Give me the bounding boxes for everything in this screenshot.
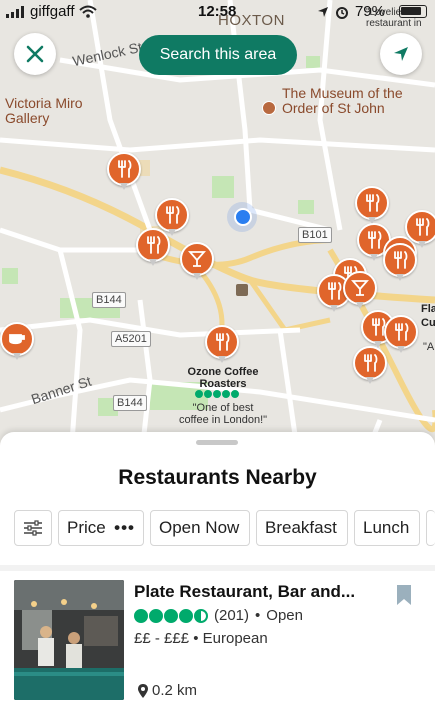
utensils-icon (107, 152, 141, 186)
map-pin-cocktail[interactable] (180, 242, 214, 282)
battery-icon (399, 5, 427, 18)
review-count: (201) (214, 607, 250, 624)
battery-percent: 79% (354, 3, 385, 20)
close-button[interactable] (14, 33, 56, 75)
filter-settings-button[interactable] (14, 510, 52, 546)
filter-next-chip[interactable] (426, 510, 435, 546)
distance: 0.2 km (138, 682, 197, 699)
bookmark-button[interactable] (396, 584, 412, 611)
price-cuisine: ££ - £££ • European (134, 630, 268, 647)
pin-tail (13, 353, 21, 360)
map-label-a-quote: "A (423, 341, 435, 353)
utensils-icon (353, 346, 387, 380)
restaurant-rating: (201) • Open (134, 607, 303, 624)
filter-lunch-chip[interactable]: Lunch (354, 510, 420, 546)
pin-tail (193, 273, 201, 280)
utensils-icon (155, 198, 189, 232)
carrier-label: giffgaff (30, 3, 75, 20)
cocktail-icon (343, 271, 377, 305)
my-location-button[interactable] (380, 33, 422, 75)
distance-value: 0.2 km (152, 682, 198, 699)
map-label-cu: Cu (421, 317, 435, 329)
navigation-arrow-icon (394, 47, 408, 61)
utensils-icon (205, 325, 239, 359)
road-label-b144-south: B144 (113, 395, 147, 411)
filter-bar: Price ••• Open Now Breakfast Lunch (14, 510, 435, 546)
divider (0, 565, 435, 571)
road-label-b101: B101 (298, 227, 332, 243)
restaurant-photo-image (14, 580, 124, 700)
poi-rating-dots (195, 390, 239, 398)
utensils-icon (136, 228, 170, 262)
alarm-icon (335, 6, 348, 19)
bookmark-icon (397, 585, 411, 605)
search-this-area-button[interactable]: Search this area (139, 35, 297, 75)
pin-tail (396, 274, 404, 281)
utensils-icon (405, 210, 435, 244)
cuisine: European (202, 630, 268, 647)
filter-price-chip[interactable]: Price ••• (58, 510, 144, 546)
map-pin-utensils[interactable] (355, 186, 389, 226)
sheet-drag-handle[interactable] (196, 440, 238, 445)
filter-open-now-chip[interactable]: Open Now (150, 510, 250, 546)
map-pin-cocktail[interactable] (343, 271, 377, 311)
pin-tail (218, 356, 226, 363)
pin-tail (370, 254, 378, 261)
pin-tail (330, 305, 338, 312)
results-sheet[interactable]: Restaurants Nearby Price ••• Open Now Br… (0, 432, 435, 715)
close-icon (26, 45, 44, 63)
poi-name[interactable]: Ozone Coffee Roasters (178, 366, 268, 390)
road-label-b144: B144 (92, 292, 126, 308)
sheet-title: Restaurants Nearby (118, 466, 317, 489)
map-label-fla: Fla (421, 303, 435, 315)
map-pin-utensils[interactable] (136, 228, 170, 268)
filter-price-label: Price (67, 518, 106, 537)
price-range: ££ - £££ (134, 630, 190, 647)
more-icon: ••• (114, 518, 135, 537)
church-icon (236, 284, 248, 296)
pin-tail (366, 377, 374, 384)
rating-bubbles (134, 608, 208, 623)
separator-dot: • (255, 607, 261, 624)
coffee-icon (0, 322, 34, 356)
map-pin-utensils[interactable] (383, 243, 417, 283)
pin-tail (149, 259, 157, 266)
map-pin-utensils[interactable] (384, 315, 418, 355)
open-status: Open (266, 607, 303, 624)
utensils-icon (383, 243, 417, 277)
map-pin-utensils[interactable] (353, 346, 387, 386)
signal-icon (6, 5, 24, 18)
map-pin-utensils[interactable] (205, 325, 239, 365)
museum-icon (262, 101, 276, 115)
map-pin-utensils[interactable] (107, 152, 141, 192)
restaurant-result[interactable]: Plate Restaurant, Bar and... (201) • Ope… (14, 580, 424, 705)
restaurant-name[interactable]: Plate Restaurant, Bar and... (134, 582, 355, 602)
status-bar: giffgaff 12:58 79% (0, 0, 435, 22)
location-arrow-icon (317, 6, 328, 17)
utensils-icon (384, 315, 418, 349)
clock: 12:58 (198, 3, 237, 20)
location-pin-icon (138, 683, 148, 698)
pin-tail (418, 241, 426, 248)
wifi-icon (78, 5, 97, 18)
map-label-victoria-miro[interactable]: Victoria Miro Gallery (5, 96, 105, 126)
cocktail-icon (180, 242, 214, 276)
map-label-museum[interactable]: The Museum of the Order of St John (282, 86, 412, 116)
separator-dot-2: • (193, 630, 199, 647)
poi-quote: "One of best coffee in London!" (178, 402, 268, 426)
user-location-dot (234, 208, 252, 226)
map-pin-coffee[interactable] (0, 322, 34, 362)
pin-tail (356, 302, 364, 309)
pin-tail (120, 183, 128, 190)
restaurant-photo[interactable] (14, 580, 124, 700)
sliders-icon (24, 520, 42, 536)
road-label-a5201: A5201 (111, 331, 151, 347)
filter-breakfast-chip[interactable]: Breakfast (256, 510, 348, 546)
utensils-icon (355, 186, 389, 220)
pin-tail (397, 346, 405, 353)
